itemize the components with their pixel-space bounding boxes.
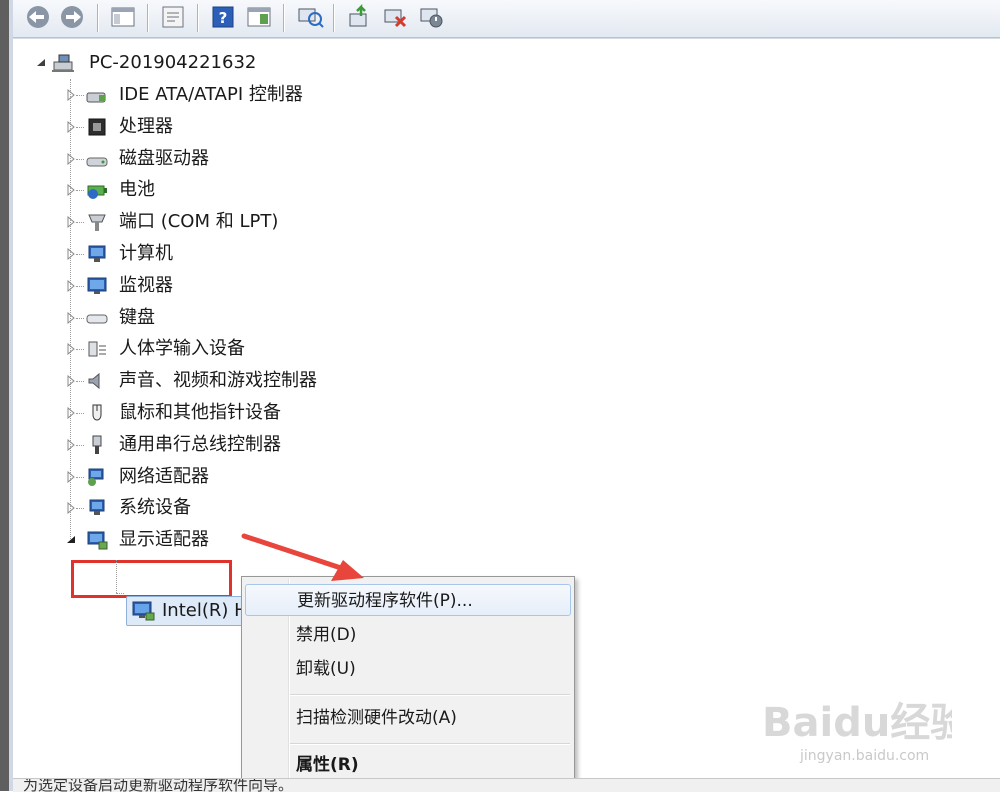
- tree-node-label: 通用串行总线控制器: [119, 434, 281, 455]
- monitor-icon: [87, 277, 107, 294]
- tree-node-label: 声音、视频和游戏控制器: [119, 370, 317, 391]
- tree-connector: [76, 286, 84, 287]
- back-arrow-icon[interactable]: [23, 4, 53, 30]
- tree-node-label: 键盘: [119, 307, 155, 328]
- scan-hardware-icon[interactable]: [295, 4, 325, 30]
- tree-connector: [76, 508, 84, 509]
- disable-device-icon[interactable]: [417, 4, 445, 30]
- watermark-url: jingyan.baidu.com: [800, 748, 930, 764]
- toolbar-separator: [283, 4, 284, 32]
- watermark-brand: Baidu经验: [762, 700, 952, 746]
- tree-connector: [76, 381, 84, 382]
- toolbar-separator: [147, 4, 148, 32]
- tree-connector: [76, 349, 84, 350]
- tree-node-label: 人体学输入设备: [119, 338, 245, 359]
- battery-icon: [87, 185, 107, 199]
- mouse-icon: [92, 404, 102, 421]
- tree-connector: [76, 190, 84, 191]
- sound-icon: [88, 372, 100, 390]
- tree-connector: [76, 477, 84, 478]
- ide-controller-icon: [86, 92, 106, 103]
- usb-icon: [92, 435, 102, 454]
- forward-arrow-icon[interactable]: [57, 4, 87, 30]
- menu-scan-hardware[interactable]: 扫描检测硬件改动(A): [245, 702, 571, 734]
- computer-root-icon: [52, 54, 74, 72]
- tree-node-label: 网络适配器: [119, 466, 209, 487]
- network-icon: [88, 468, 104, 486]
- tree-node-label: 监视器: [119, 275, 173, 296]
- window-border: [0, 0, 13, 791]
- tree-connector: [76, 413, 84, 414]
- tree-node-label: 电池: [119, 179, 155, 200]
- tree-connector: [76, 318, 84, 319]
- computer-icon: [88, 245, 106, 262]
- tree-node-label: 计算机: [119, 243, 173, 264]
- expanded-triangle-icon[interactable]: [65, 534, 77, 546]
- uninstall-icon[interactable]: [381, 4, 409, 30]
- menu-separator: [290, 743, 570, 744]
- tree-connector: [76, 159, 84, 160]
- display-device-icon: [132, 601, 155, 621]
- hid-icon: [88, 341, 106, 357]
- tree-connector: [76, 445, 84, 446]
- menu-properties[interactable]: 属性(R): [245, 749, 571, 781]
- menu-update-driver[interactable]: 更新驱动程序软件(P)...: [245, 584, 571, 616]
- properties-icon[interactable]: [159, 4, 187, 30]
- tree-node-label: 显示适配器: [119, 529, 209, 550]
- toolbar: ?: [13, 0, 1000, 38]
- tree-node-label: 端口 (COM 和 LPT): [119, 211, 279, 232]
- tree-connector: [76, 127, 84, 128]
- show-hide-console-icon[interactable]: [109, 4, 137, 30]
- tree-connector: [76, 254, 84, 255]
- highlight-frame: [71, 560, 232, 598]
- menu-disable[interactable]: 禁用(D): [245, 619, 571, 651]
- tree-connector: [116, 560, 117, 593]
- status-bar: 为选定设备启动更新驱动程序软件向导。: [13, 778, 1000, 792]
- menu-separator: [290, 694, 570, 695]
- toolbar-separator: [197, 4, 198, 32]
- toolbar-separator: [333, 4, 334, 32]
- disk-drive-icon: [86, 157, 108, 167]
- expanded-triangle-icon[interactable]: [35, 57, 47, 69]
- tree-connector: [76, 95, 84, 96]
- action-pane-icon[interactable]: [245, 4, 273, 30]
- menu-uninstall[interactable]: 卸载(U): [245, 653, 571, 685]
- tree-connector: [116, 593, 124, 594]
- toolbar-separator: [97, 4, 98, 32]
- update-driver-icon[interactable]: [345, 4, 373, 30]
- system-device-icon: [89, 499, 105, 515]
- processor-icon: [88, 118, 106, 136]
- tree-node-label: 磁盘驱动器: [119, 148, 209, 169]
- context-menu: 更新驱动程序软件(P)... 禁用(D) 卸载(U) 扫描检测硬件改动(A) 属…: [241, 576, 575, 785]
- tree-connector: [76, 222, 84, 223]
- display-adapter-icon: [87, 531, 108, 550]
- svg-text:?: ?: [219, 9, 228, 27]
- port-icon: [88, 214, 106, 231]
- tree-node-label: IDE ATA/ATAPI 控制器: [119, 84, 303, 105]
- tree-node-label: 系统设备: [119, 497, 191, 518]
- root-label: PC-201904221632: [89, 52, 257, 73]
- status-text: 为选定设备启动更新驱动程序软件向导。: [23, 778, 294, 792]
- help-icon[interactable]: ?: [209, 4, 237, 30]
- tree-node-label: 处理器: [119, 116, 173, 137]
- keyboard-icon: [86, 314, 108, 324]
- tree-node-label: 鼠标和其他指针设备: [119, 402, 281, 423]
